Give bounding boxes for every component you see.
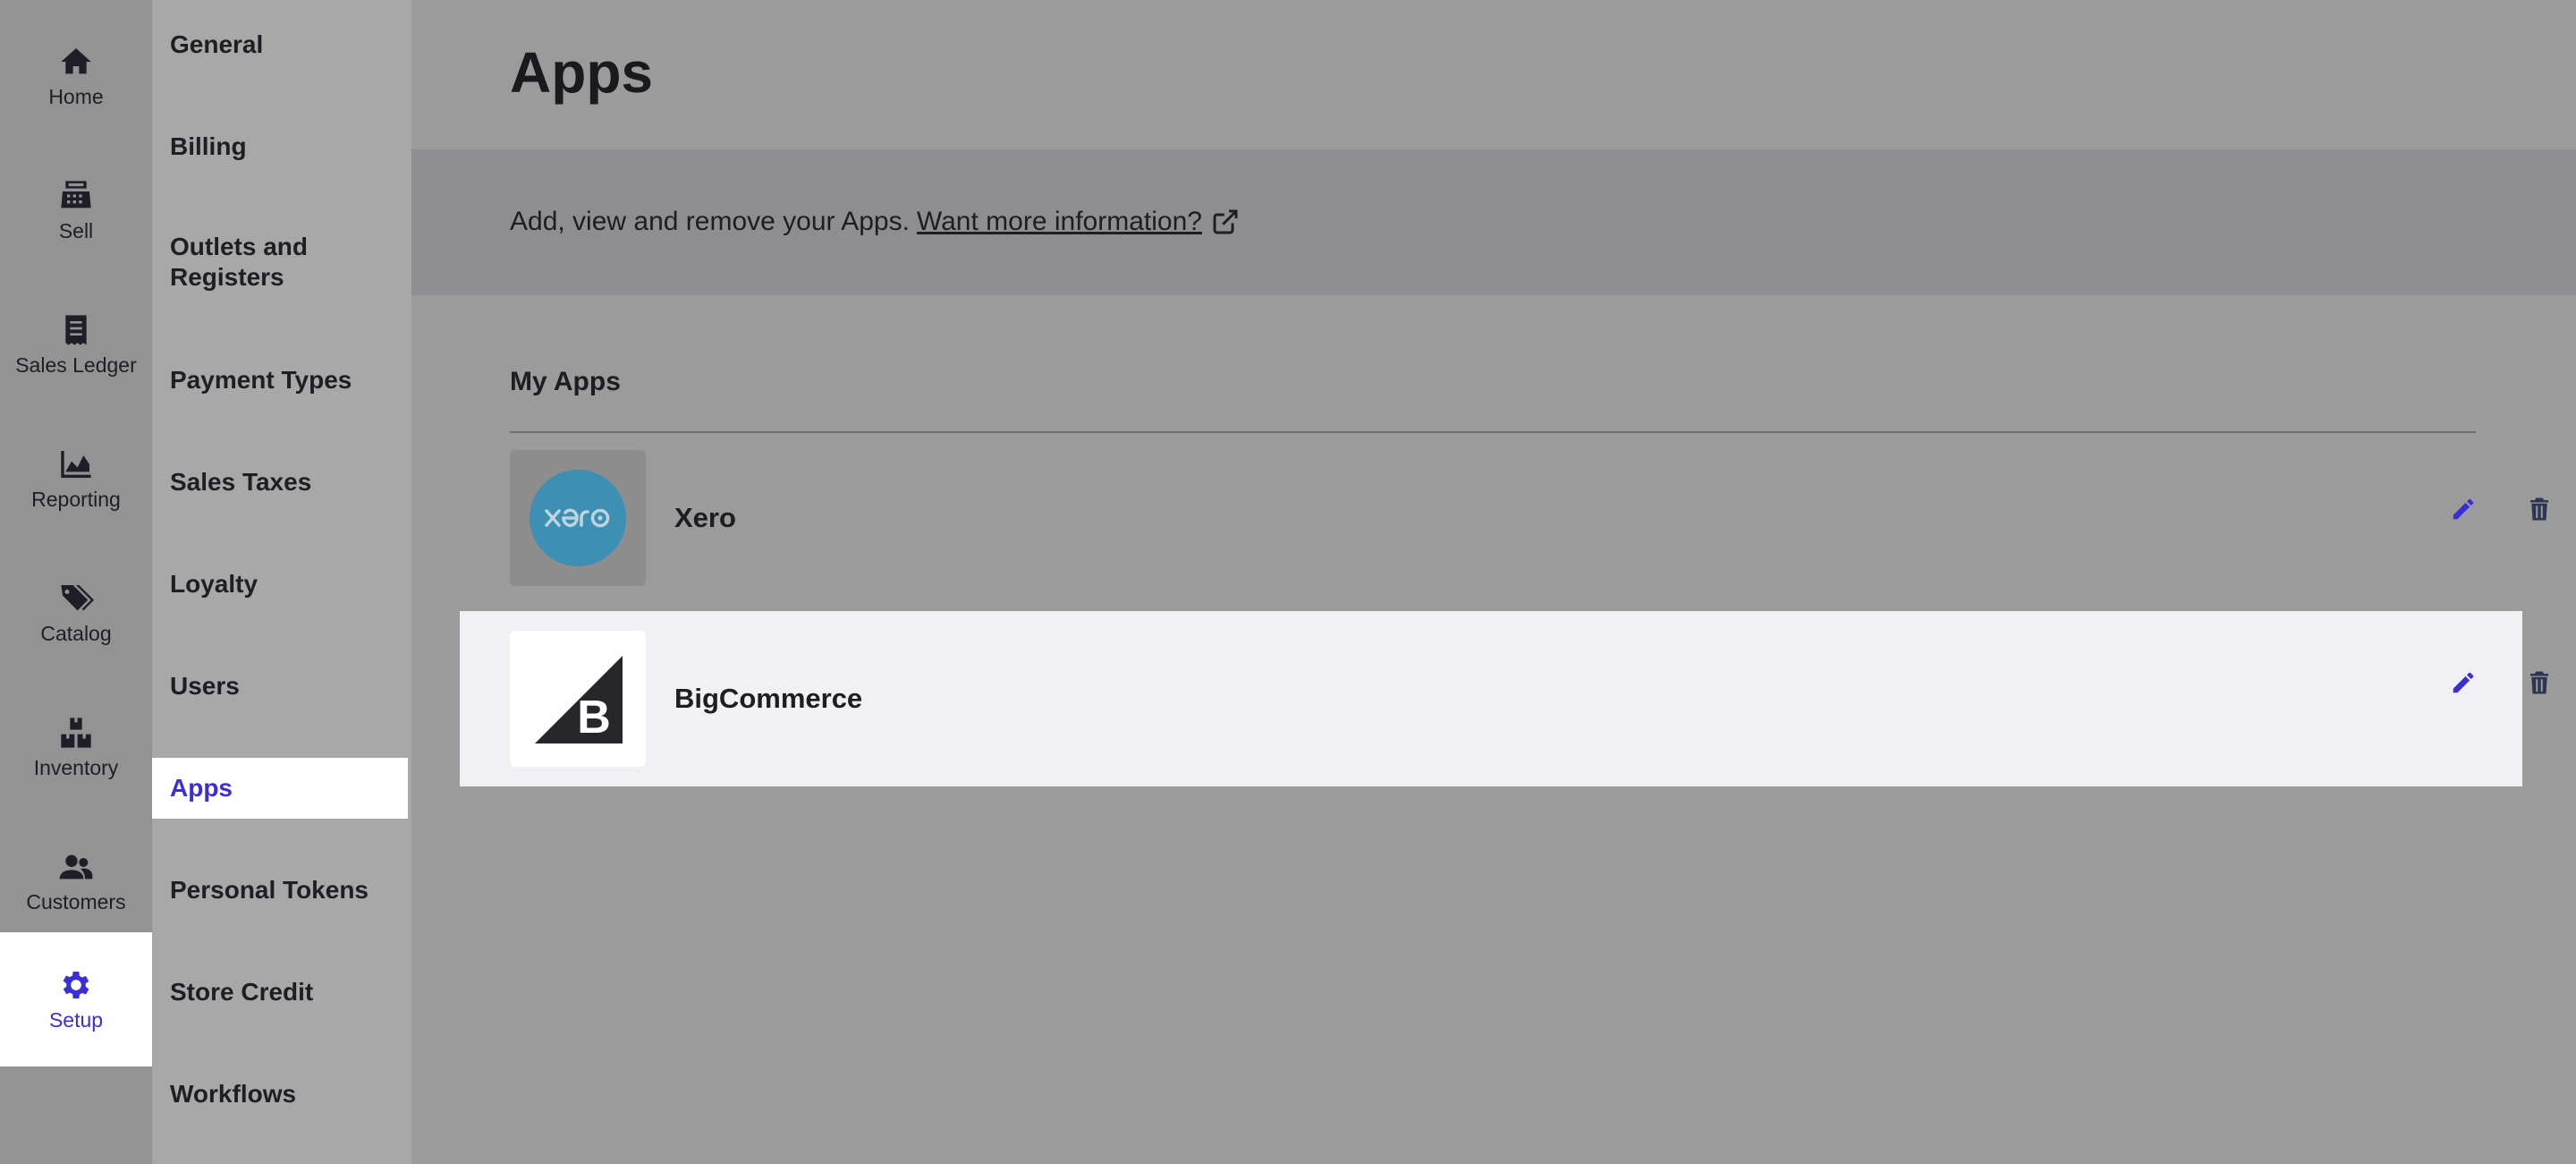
- nav-sales-ledger-label: Sales Ledger: [15, 353, 137, 377]
- app-row-xero: Xero: [510, 450, 2548, 586]
- app-name-bigcommerce: BigCommerce: [674, 683, 863, 714]
- external-link-icon[interactable]: [1211, 208, 1240, 236]
- subnav-users[interactable]: Users: [152, 656, 408, 717]
- nav-sell-label: Sell: [58, 218, 94, 242]
- area-chart-icon: [61, 450, 91, 478]
- subnav-apps[interactable]: Apps: [152, 758, 408, 819]
- nav-catalog[interactable]: Catalog: [0, 546, 152, 680]
- boxes-icon: [61, 717, 91, 748]
- xero-logo-icon: [530, 470, 626, 566]
- more-info-link[interactable]: Want more information?: [917, 207, 1202, 237]
- register-icon: [61, 180, 91, 208]
- bigcommerce-logo: B: [510, 631, 646, 767]
- my-apps-title: My Apps: [510, 367, 621, 396]
- nav-home-label: Home: [48, 84, 104, 108]
- setup-subnav: General Billing Outlets and Registers Pa…: [152, 0, 411, 1164]
- primary-nav: Home Sell Sales Ledger Reporting Catalog…: [0, 0, 152, 1164]
- info-text-row: Add, view and remove your Apps. Want mor…: [510, 207, 1240, 237]
- pencil-icon: [2453, 498, 2474, 520]
- subnav-outlets-registers[interactable]: Outlets and Registers: [152, 231, 408, 293]
- info-banner: Add, view and remove your Apps. Want mor…: [411, 149, 2576, 295]
- home-icon: [61, 47, 91, 73]
- nav-reporting-label: Reporting: [31, 487, 121, 511]
- info-text: Add, view and remove your Apps.: [510, 207, 910, 236]
- nav-inventory-label: Inventory: [33, 755, 119, 779]
- pencil-icon: [2453, 672, 2474, 693]
- subnav-store-credit[interactable]: Store Credit: [152, 962, 408, 1023]
- delete-xero-button[interactable]: [2521, 491, 2557, 527]
- nav-home[interactable]: Home: [0, 9, 152, 143]
- xero-logo: [510, 450, 646, 586]
- nav-reporting[interactable]: Reporting: [0, 412, 152, 546]
- edit-bigcommerce-button[interactable]: [2445, 665, 2481, 701]
- subnav-billing[interactable]: Billing: [152, 116, 408, 177]
- subnav-personal-tokens[interactable]: Personal Tokens: [152, 860, 408, 921]
- nav-sell[interactable]: Sell: [0, 143, 152, 277]
- nav-inventory[interactable]: Inventory: [0, 680, 152, 814]
- trash-icon: [2530, 497, 2548, 521]
- nav-customers[interactable]: Customers: [0, 814, 152, 948]
- subnav-workflows[interactable]: Workflows: [152, 1064, 408, 1125]
- subnav-sales-taxes[interactable]: Sales Taxes: [152, 452, 408, 513]
- subnav-payment-types[interactable]: Payment Types: [152, 350, 408, 411]
- section-divider: [510, 431, 2476, 433]
- page-title: Apps: [510, 40, 653, 105]
- bigcommerce-logo-letter: B: [577, 692, 611, 743]
- subnav-loyalty[interactable]: Loyalty: [152, 554, 408, 615]
- subnav-general[interactable]: General: [152, 14, 408, 75]
- bigcommerce-logo-icon: B: [535, 656, 623, 743]
- receipt-icon: [65, 314, 87, 345]
- edit-xero-button[interactable]: [2445, 491, 2481, 527]
- delete-bigcommerce-button[interactable]: [2521, 665, 2557, 701]
- main-content: Apps Add, view and remove your Apps. Wan…: [411, 0, 2576, 1164]
- tags-icon: [61, 584, 94, 610]
- nav-setup[interactable]: Setup: [0, 932, 152, 1066]
- nav-catalog-label: Catalog: [40, 621, 112, 645]
- app-row-bigcommerce: B BigCommerce: [460, 611, 2548, 786]
- nav-setup-label: Setup: [48, 1007, 104, 1032]
- nav-customers-label: Customers: [26, 889, 126, 913]
- users-icon: [59, 854, 93, 879]
- app-name-xero: Xero: [674, 502, 736, 533]
- nav-sales-ledger[interactable]: Sales Ledger: [0, 277, 152, 412]
- trash-icon: [2530, 671, 2548, 694]
- gear-icon: [63, 971, 89, 998]
